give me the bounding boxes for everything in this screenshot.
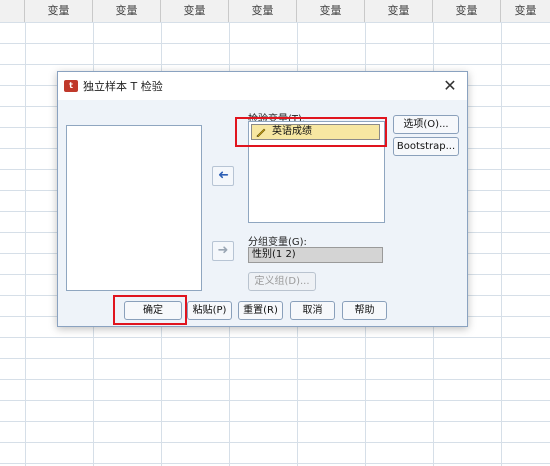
grid-row-line [0, 337, 550, 338]
grid-row-line [0, 379, 550, 380]
column-header[interactable]: 变量 [161, 0, 229, 22]
column-header-row: 变量 变量 变量 变量 变量 变量 变量 变量 [0, 0, 550, 23]
paste-button[interactable]: 粘贴(P) [187, 301, 232, 320]
column-header[interactable]: 变量 [25, 0, 93, 22]
column-header[interactable]: 变量 [93, 0, 161, 22]
spss-app-icon: t [64, 80, 78, 92]
cancel-button[interactable]: 取消 [290, 301, 335, 320]
arrow-right-icon: ➜ [217, 243, 229, 258]
reset-button[interactable]: 重置(R) [238, 301, 283, 320]
grid-row-line [0, 442, 550, 443]
source-variable-list[interactable] [66, 125, 202, 291]
column-header[interactable]: 变量 [365, 0, 433, 22]
grid-row-line [0, 421, 550, 422]
dialog-title: 独立样本 T 检验 [83, 80, 163, 93]
column-header[interactable]: 变量 [297, 0, 365, 22]
column-header[interactable]: 变量 [433, 0, 501, 22]
arrow-left-icon: ➜ [217, 168, 229, 183]
column-header[interactable]: 变量 [229, 0, 297, 22]
grid-row-line [0, 22, 550, 23]
grid-row-line [0, 358, 550, 359]
column-header[interactable]: 变量 [501, 0, 550, 22]
row-number-corner [0, 0, 25, 22]
independent-samples-t-test-dialog: t 独立样本 T 检验 ✕ ➜ ➜ 检验变量(T): 英语成绩 选项(O)...… [57, 71, 468, 327]
bootstrap-button[interactable]: Bootstrap... [393, 137, 459, 156]
grid-row-line [0, 463, 550, 464]
options-button[interactable]: 选项(O)... [393, 115, 459, 134]
grouping-variable-label: 分组变量(G): [248, 237, 307, 248]
move-to-grouping-variable-button[interactable]: ➜ [212, 241, 234, 261]
define-groups-button[interactable]: 定义组(D)... [248, 272, 316, 291]
grid-column-line [25, 22, 26, 466]
highlight-box-test-variable [235, 117, 387, 147]
close-button[interactable]: ✕ [439, 75, 461, 97]
dialog-titlebar[interactable]: t 独立样本 T 检验 ✕ [58, 72, 467, 100]
grid-row-line [0, 64, 550, 65]
grid-row-line [0, 400, 550, 401]
grid-column-line [501, 22, 502, 466]
move-to-test-variable-button[interactable]: ➜ [212, 166, 234, 186]
highlight-box-ok-button [113, 295, 187, 325]
help-button[interactable]: 帮助 [342, 301, 387, 320]
grid-row-line [0, 43, 550, 44]
grouping-variable-field[interactable]: 性别(1 2) [248, 247, 383, 263]
